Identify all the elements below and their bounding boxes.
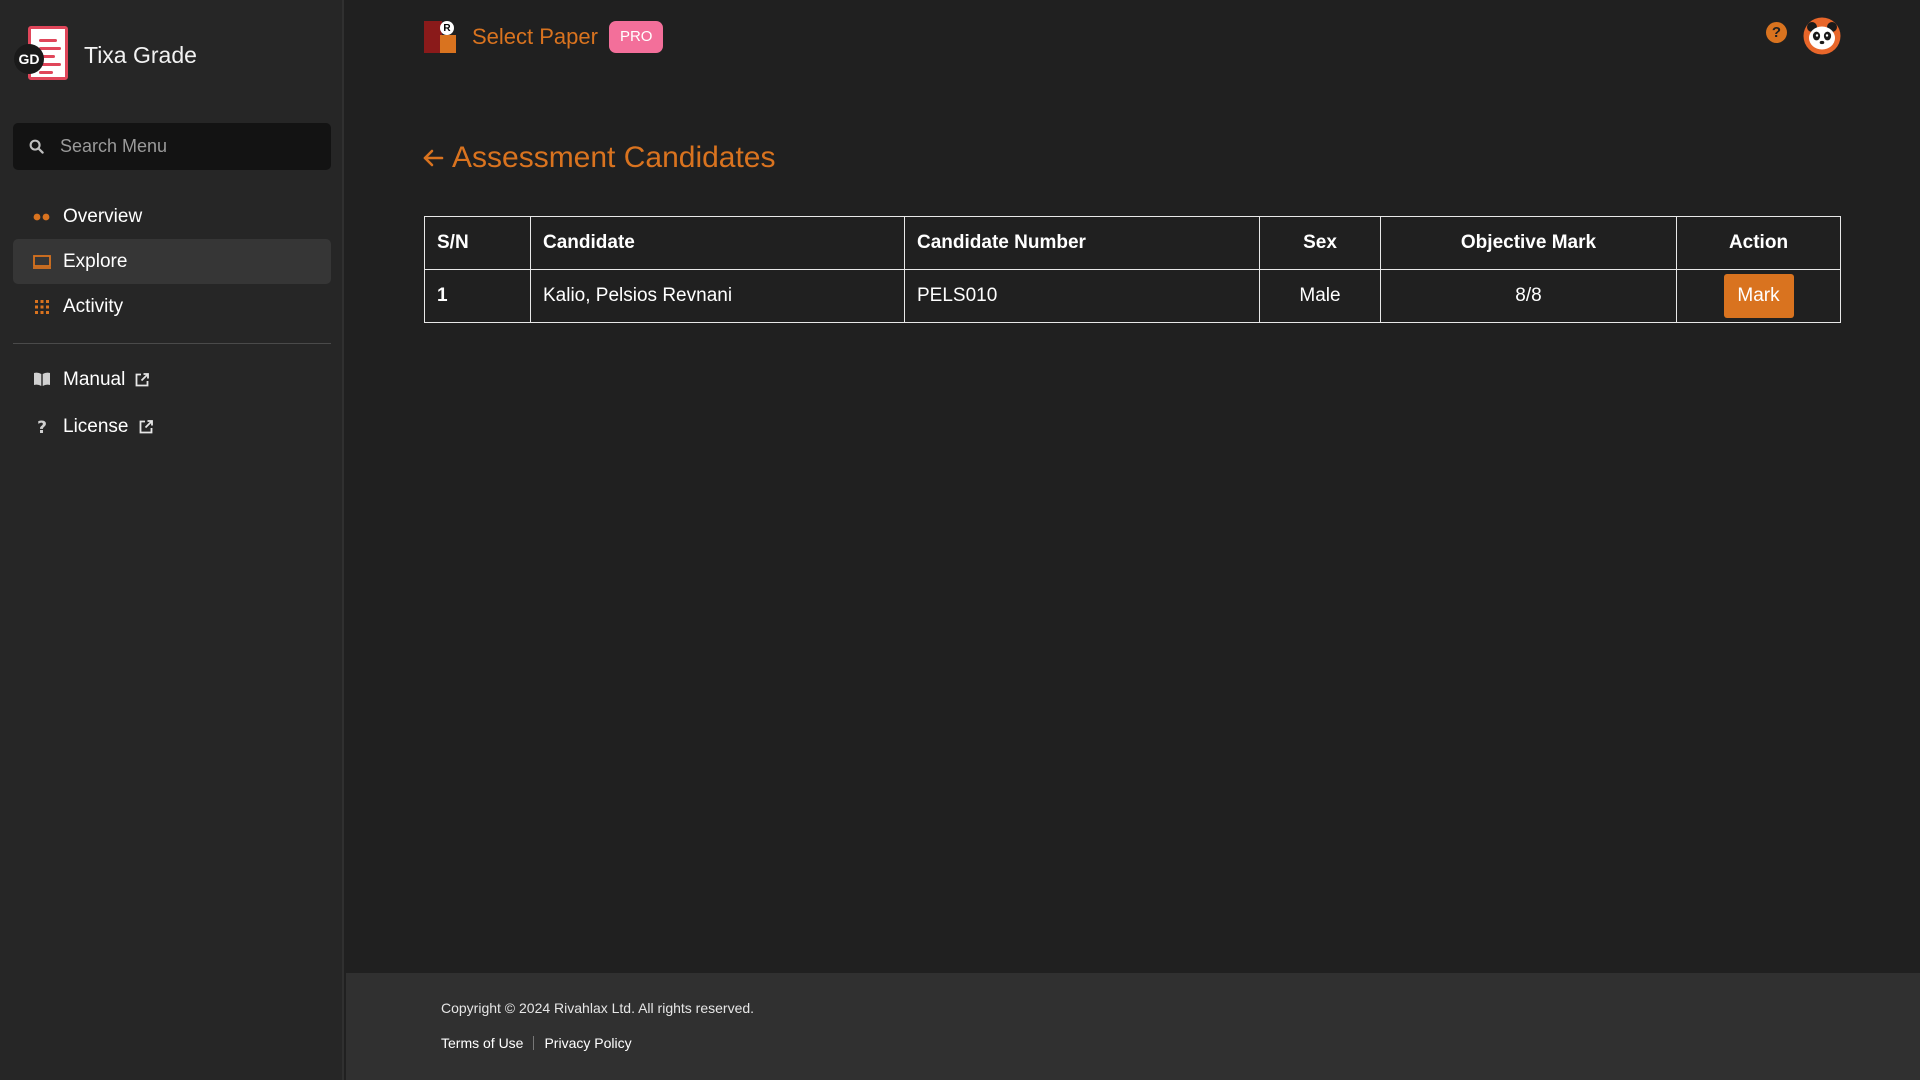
- brand-logo-icon: GD: [14, 24, 74, 86]
- column-header-sex: Sex: [1259, 216, 1381, 270]
- search-input[interactable]: [60, 136, 310, 157]
- page-title-text: Assessment Candidates: [452, 141, 776, 174]
- table-row: 1 Kalio, Pelsios Revnani PELS010 Male 8/…: [424, 269, 1841, 323]
- table-header-row: S/N Candidate Candidate Number Sex Objec…: [424, 216, 1841, 270]
- panda-avatar-icon: [1803, 17, 1841, 55]
- sidebar-item-activity[interactable]: Activity: [13, 284, 331, 329]
- logo-mark: R: [440, 21, 454, 35]
- cell-action: Mark: [1676, 269, 1841, 323]
- external-link-icon: [138, 419, 154, 435]
- sidebar-link-license[interactable]: ? License: [13, 403, 331, 450]
- footer-separator: [533, 1036, 535, 1050]
- cell-sex: Male: [1259, 269, 1381, 323]
- monitor-icon: [31, 251, 53, 273]
- grid-icon: [31, 296, 53, 318]
- sidebar: GD Tixa Grade Overview Explore: [0, 0, 344, 1080]
- footer-links: Terms of Use Privacy Policy: [441, 1035, 632, 1051]
- book-icon: [31, 369, 53, 391]
- question-icon: ?: [31, 416, 53, 438]
- user-avatar[interactable]: [1803, 17, 1841, 55]
- pro-badge: PRO: [608, 21, 664, 53]
- sidebar-nav: Overview Explore Activity: [13, 194, 331, 329]
- privacy-policy-link[interactable]: Privacy Policy: [544, 1035, 631, 1051]
- sidebar-item-explore[interactable]: Explore: [13, 239, 331, 284]
- column-header-action: Action: [1676, 216, 1841, 270]
- terms-of-use-link[interactable]: Terms of Use: [441, 1035, 523, 1051]
- cell-objective-mark: 8/8: [1380, 269, 1677, 323]
- page-title: Assessment Candidates: [422, 141, 776, 175]
- sidebar-links: Manual ? License: [13, 356, 331, 450]
- sidebar-item-label: Overview: [63, 205, 143, 227]
- column-header-candidate: Candidate: [530, 216, 905, 270]
- sidebar-link-manual[interactable]: Manual: [13, 356, 331, 403]
- dots-icon: [31, 206, 53, 228]
- sidebar-item-label: Explore: [63, 250, 128, 272]
- brand-badge: GD: [14, 44, 44, 74]
- brand-name: Tixa Grade: [84, 41, 197, 68]
- sidebar-item-overview[interactable]: Overview: [13, 194, 331, 239]
- candidates-table: S/N Candidate Candidate Number Sex Objec…: [424, 216, 1841, 323]
- sidebar-item-label: Activity: [63, 295, 124, 317]
- select-paper-link[interactable]: Select Paper: [472, 24, 598, 50]
- column-header-candidate-number: Candidate Number: [904, 216, 1260, 270]
- select-paper-bar: R Select Paper PRO: [424, 20, 664, 54]
- brand[interactable]: GD Tixa Grade: [14, 24, 197, 86]
- search-box[interactable]: [13, 123, 331, 170]
- search-icon: [29, 139, 44, 154]
- footer: Copyright © 2024 Rivahlax Ltd. All right…: [346, 973, 1920, 1080]
- external-link-icon: [134, 372, 150, 388]
- copyright-text: Copyright © 2024 Rivahlax Ltd. All right…: [441, 1000, 755, 1016]
- sidebar-link-label: License: [63, 415, 129, 437]
- cell-sn: 1: [424, 269, 531, 323]
- app-logo-icon: R: [424, 21, 456, 53]
- back-arrow-icon[interactable]: [422, 147, 444, 169]
- cell-candidate: Kalio, Pelsios Revnani: [530, 269, 905, 323]
- sidebar-link-label: Manual: [63, 368, 126, 390]
- svg-text:?: ?: [37, 418, 47, 436]
- column-header-objective-mark: Objective Mark: [1380, 216, 1677, 270]
- mark-button[interactable]: Mark: [1723, 274, 1794, 318]
- cell-candidate-number: PELS010: [904, 269, 1260, 323]
- column-header-sn: S/N: [424, 216, 531, 270]
- sidebar-divider: [13, 343, 331, 344]
- help-icon[interactable]: ?: [1766, 22, 1787, 43]
